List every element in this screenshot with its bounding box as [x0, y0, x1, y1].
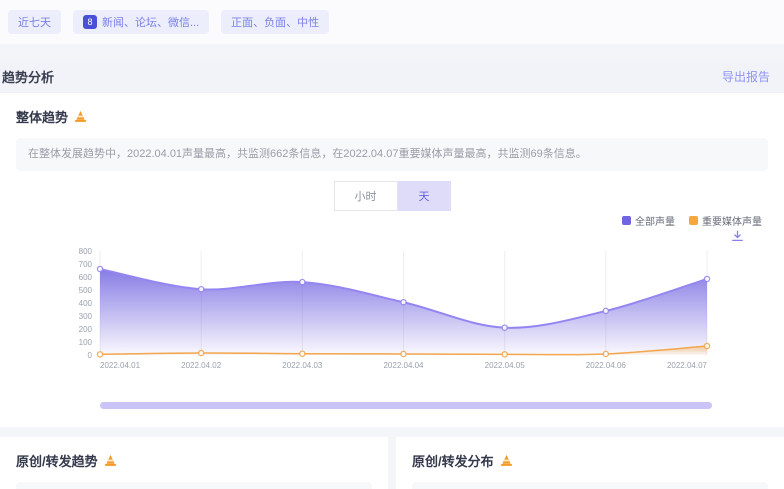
x-axis-tick: 2022.04.04 [383, 361, 424, 370]
cone-icon [74, 110, 87, 123]
x-axis-tick: 2022.04.06 [586, 361, 627, 370]
y-axis-tick: 100 [79, 338, 93, 347]
data-point [704, 276, 709, 281]
original-repost-trend-card: 原创/转发趋势 原创/转发趋势中原创声量在2022.04.01最高，共监测510… [0, 437, 388, 489]
section-header: 趋势分析 导出报告 [0, 60, 784, 93]
datazoom-slider[interactable] [100, 402, 712, 409]
original-repost-distribution-card: 原创/转发分布 监测信息总量3294条信息，其中原创声量占比66.45%，共计2… [396, 437, 784, 489]
data-point [603, 351, 608, 356]
data-point [502, 325, 507, 330]
page-title: 趋势分析 [2, 67, 54, 86]
data-point [603, 308, 608, 313]
y-axis-tick: 700 [79, 260, 93, 269]
x-axis-tick: 2022.04.07 [667, 361, 708, 370]
data-point [401, 299, 406, 304]
original-repost-trend-title: 原创/转发趋势 [16, 451, 98, 470]
export-report-link[interactable]: 导出报告 [722, 68, 770, 85]
filter-chip-label: 新闻、论坛、微信... [102, 14, 199, 30]
data-point [704, 343, 709, 348]
legend-swatch [622, 216, 631, 225]
overall-trend-card: 整体趋势 在整体发展趋势中，2022.04.01声量最高，共监测662条信息，在… [0, 93, 784, 427]
data-point [502, 351, 507, 356]
x-axis-tick: 2022.04.02 [181, 361, 222, 370]
x-axis-tick: 2022.04.01 [100, 361, 141, 370]
granularity-option-day[interactable]: 天 [398, 181, 451, 211]
filter-chip[interactable]: 正面、负面、中性 [221, 10, 329, 34]
y-axis-tick: 200 [79, 325, 93, 334]
filter-chip[interactable]: 8 新闻、论坛、微信... [73, 10, 209, 34]
y-axis-tick: 500 [79, 286, 93, 295]
legend-item[interactable]: 全部声量 [622, 213, 675, 228]
source-count-badge: 8 [83, 15, 97, 29]
original-repost-distribution-title: 原创/转发分布 [412, 451, 494, 470]
y-axis-tick: 0 [88, 351, 93, 360]
legend-item[interactable]: 重要媒体声量 [689, 213, 762, 228]
overall-summary: 在整体发展趋势中，2022.04.01声量最高，共监测662条信息，在2022.… [16, 138, 768, 171]
filter-chips-row: 近七天 8 新闻、论坛、微信... 正面、负面、中性 [0, 0, 784, 44]
chart-canvas: 800 700 600 500 400 300 200 100 0 2022.04.01 2022.… [16, 245, 768, 377]
data-point [300, 351, 305, 356]
data-point [97, 266, 102, 271]
overall-trend-title: 整体趋势 [16, 107, 68, 126]
y-axis-tick: 400 [79, 299, 93, 308]
chart-legend: 全部声量 重要媒体声量 [16, 213, 768, 228]
filter-chip-label: 近七天 [18, 14, 51, 30]
download-icon[interactable] [731, 230, 744, 243]
original-repost-trend-summary: 原创/转发趋势中原创声量在2022.04.01最高，共监测510条信息；转发声量… [16, 482, 372, 489]
legend-swatch [689, 216, 698, 225]
granularity-toggle: 小时天 [16, 181, 768, 211]
legend-label: 全部声量 [635, 213, 675, 228]
y-axis-tick: 600 [79, 273, 93, 282]
original-repost-distribution-summary: 监测信息总量3294条信息，其中原创声量占比66.45%，共计2189条信息；转… [412, 482, 768, 489]
legend-label: 重要媒体声量 [702, 213, 762, 228]
cone-icon [500, 454, 513, 467]
data-point [97, 351, 102, 356]
granularity-option-hour[interactable]: 小时 [334, 181, 398, 211]
filter-chip-label: 正面、负面、中性 [231, 14, 319, 30]
cone-icon [104, 454, 117, 467]
x-axis-tick: 2022.04.05 [485, 361, 526, 370]
data-point [199, 286, 204, 291]
data-point [199, 350, 204, 355]
x-axis-tick: 2022.04.03 [282, 361, 323, 370]
y-axis-tick: 800 [79, 247, 93, 256]
trend-area-chart: 800 700 600 500 400 300 200 100 0 2022.04.01 2022.… [16, 245, 768, 382]
filter-chip[interactable]: 近七天 [8, 10, 61, 34]
data-point [401, 351, 406, 356]
y-axis-tick: 300 [79, 312, 93, 321]
data-point [300, 279, 305, 284]
